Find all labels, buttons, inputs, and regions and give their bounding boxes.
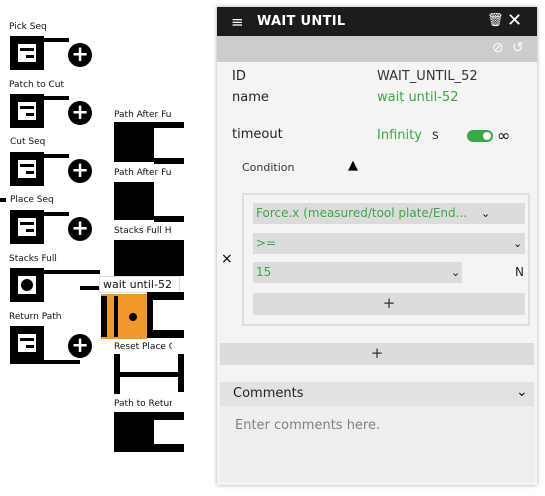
node-label-return-path: Return Path [9,312,62,323]
timeout-unit: s [432,128,439,143]
connector-line [44,212,69,216]
connector-line [80,286,100,290]
add-node-button[interactable]: + [68,159,92,183]
reset-icon[interactable]: ↺ [512,40,524,56]
toggle-knob [483,132,491,140]
chevron-down-icon: ⌄ [516,384,528,400]
node-label-place-seq: Place Seq [9,193,79,208]
add-subcondition-button[interactable]: + [253,293,525,315]
selected-wait-node[interactable] [101,294,147,339]
operator-select[interactable]: >= ⌄ [253,233,525,254]
child-block-cap [178,354,184,392]
connector-line [44,154,69,158]
timeout-value[interactable]: Infinity [377,128,422,143]
value-select-value: 15 [256,265,272,279]
id-label: ID [232,69,246,84]
add-condition-button[interactable]: + [220,343,534,365]
comments-input[interactable] [220,406,534,482]
child-block-cap [154,158,184,164]
child-block-gap [154,420,184,444]
child-block[interactable] [114,240,184,276]
node-label-cut-seq: Cut Seq [9,135,73,150]
sequence-icon[interactable] [10,326,44,360]
condition-label: Condition [242,161,295,174]
child-label-path-after-full-1: Path After Fu [114,110,172,121]
child-label-reset-place: Reset Place C [114,342,172,353]
chevron-down-icon: ⌄ [451,266,461,279]
comments-box [220,406,534,482]
connector-line [44,96,69,100]
dot-icon [129,313,137,321]
sequence-icon[interactable] [10,210,44,244]
child-block-cap [154,216,184,222]
disable-icon[interactable]: ⊘ [492,40,504,56]
comments-label: Comments [233,386,304,401]
operator-select-value: >= [256,236,277,250]
trash-icon[interactable]: 🗑 [487,13,504,28]
child-label-stacks-full-h: Stacks Full H [114,226,172,237]
selected-node-label: wait until-52 [99,276,180,293]
add-node-button[interactable]: + [68,101,92,125]
chevron-down-icon: ⌄ [513,237,523,250]
add-node-button[interactable]: + [68,43,92,67]
close-icon[interactable]: ✕ [507,10,522,31]
child-block[interactable] [114,182,154,220]
signal-select[interactable]: Force.x (measured/tool plate/End... ⌄ [253,203,525,224]
sequence-icon[interactable] [10,152,44,186]
node-label-patch-to-cut: Patch to Cut [9,80,64,91]
infinity-icon: ∞ [497,126,511,145]
program-tree: Pick Seq + Patch to Cut + Cut Seq + Plac… [0,0,215,496]
name-label: name [232,90,269,105]
function-icon: ≡ [231,13,244,31]
child-block-cap [114,372,184,377]
infinity-toggle[interactable] [467,130,493,142]
remove-condition-button[interactable]: × [221,251,233,267]
node-edge [101,296,107,337]
sequence-icon[interactable] [10,36,44,70]
properties-panel: ≡ WAIT UNTIL 🗑 ✕ ⊘ ↺ ID WAIT_UNTIL_52 na… [217,7,537,485]
chevron-up-icon[interactable]: ▲ [348,158,358,173]
value-unit: N [515,265,524,279]
panel-title: WAIT UNTIL [257,14,346,29]
node-label-stacks-full: Stacks Full [9,254,57,265]
node-label-pick-seq: Pick Seq [9,22,47,33]
id-value: WAIT_UNTIL_52 [377,69,478,84]
node-edge [114,296,118,337]
panel-header: ≡ WAIT UNTIL 🗑 ✕ [217,7,537,36]
connector-line [10,360,80,364]
child-block-cap [154,122,184,128]
comments-header[interactable]: Comments ⌄ [220,382,534,406]
timeout-label: timeout [232,127,283,142]
add-node-button[interactable]: + [68,334,92,358]
child-block[interactable] [114,122,154,162]
panel-toolbar: ⊘ ↺ [217,36,537,62]
connector-line [44,270,100,274]
add-node-button[interactable]: + [68,217,92,241]
signal-select-value: Force.x (measured/tool plate/End... [256,206,468,220]
connector-line [0,198,6,202]
value-select[interactable]: 15 ⌄ [253,262,462,283]
sequence-icon[interactable] [10,94,44,128]
chevron-down-icon: ⌄ [481,207,491,220]
child-label-path-after-full-2: Path After Fu [114,168,172,179]
name-value[interactable]: wait until-52 [377,90,458,105]
dot-icon[interactable] [10,268,44,302]
connector-line [44,38,69,42]
child-block-gap [153,300,184,330]
child-label-path-to-return: Path to Retur [114,399,172,410]
